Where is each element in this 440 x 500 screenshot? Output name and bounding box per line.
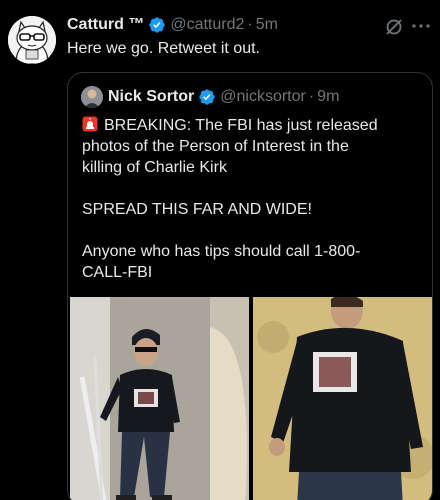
media-photo-1[interactable]: [70, 297, 249, 500]
quoted-tweet[interactable]: Nick Sortor @nicksortor · 9m BREAKING: T…: [67, 72, 433, 500]
person-avatar-icon: [81, 86, 103, 108]
more-options-icon[interactable]: [410, 16, 432, 36]
verified-badge-icon[interactable]: [198, 88, 216, 106]
quoted-text-line-4: SPREAD THIS FAR AND WIDE!: [82, 201, 312, 218]
quoted-timestamp[interactable]: 9m: [317, 88, 339, 106]
timestamp[interactable]: 5m: [256, 16, 278, 34]
quoted-text-line-2: photos of the Person of Interest in the: [82, 138, 349, 155]
quoted-author-name[interactable]: Nick Sortor: [108, 88, 194, 106]
surveillance-photo-stairwell: [70, 297, 249, 500]
quoted-text-line-6: CALL-FBI: [82, 264, 153, 281]
tweet-text: Here we go. Retweet it out.: [67, 40, 260, 57]
quoted-tweet-header: Nick Sortor @nicksortor · 9m: [81, 85, 339, 109]
verified-badge-icon[interactable]: [148, 16, 166, 34]
grok-icon[interactable]: [384, 17, 404, 37]
cat-cartoon-avatar-icon: [8, 16, 56, 64]
separator: ·: [247, 16, 253, 33]
author-handle[interactable]: @catturd2: [170, 16, 244, 34]
quoted-tweet-text: BREAKING: The FBI has just released phot…: [82, 115, 422, 283]
quoted-author-avatar[interactable]: [81, 86, 103, 108]
tweet[interactable]: Catturd ™ @catturd2 · 5m Here we go. Ret…: [0, 0, 440, 500]
quoted-text-line-1: BREAKING: The FBI has just released: [104, 117, 378, 134]
surveillance-photo-closeup: [253, 297, 432, 500]
media-gallery: [70, 297, 432, 500]
quoted-text-line-5: Anyone who has tips should call 1-800-: [82, 243, 361, 260]
siren-emoji-icon: [82, 116, 98, 132]
tweet-header: Catturd ™ @catturd2 · 5m: [67, 14, 278, 36]
media-photo-2[interactable]: [253, 297, 432, 500]
author-name[interactable]: Catturd ™: [67, 16, 144, 34]
quoted-text-line-3: killing of Charlie Kirk: [82, 159, 227, 176]
separator: ·: [308, 88, 315, 105]
quoted-author-handle[interactable]: @nicksortor: [220, 88, 306, 106]
author-avatar[interactable]: [8, 16, 56, 64]
quoted-text-line: BREAKING: The FBI has just released: [82, 115, 422, 136]
